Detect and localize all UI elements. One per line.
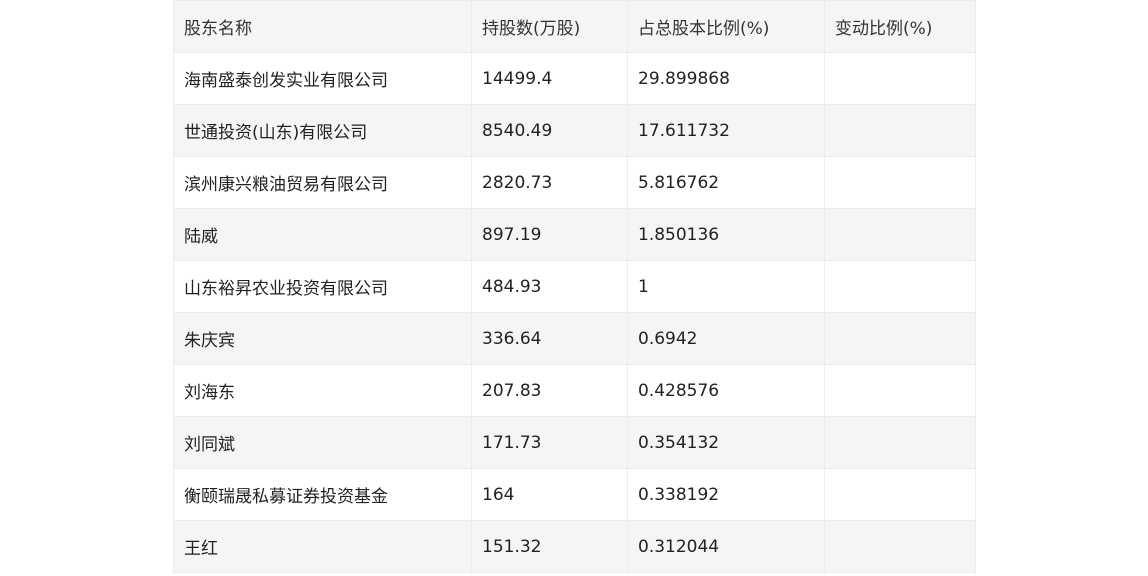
cell-change-ratio (824, 208, 976, 261)
table-row: 刘海东 207.83 0.428576 (173, 364, 976, 417)
cell-shares-held: 8540.49 (471, 104, 628, 157)
cell-shares-held: 207.83 (471, 364, 628, 417)
cell-shareholder-name: 陆威 (173, 208, 472, 261)
cell-shares-held: 14499.4 (471, 52, 628, 105)
header-change-ratio: 变动比例(%) (824, 0, 976, 53)
cell-shares-held: 164 (471, 468, 628, 521)
table-row: 朱庆宾 336.64 0.6942 (173, 312, 976, 365)
cell-change-ratio (824, 104, 976, 157)
table-row: 山东裕昇农业投资有限公司 484.93 1 (173, 260, 976, 313)
table-row: 王红 151.32 0.312044 (173, 520, 976, 573)
cell-shareholder-name: 海南盛泰创发实业有限公司 (173, 52, 472, 105)
cell-shares-held: 897.19 (471, 208, 628, 261)
table-row: 陆威 897.19 1.850136 (173, 208, 976, 261)
cell-shares-held: 171.73 (471, 416, 628, 469)
cell-change-ratio (824, 520, 976, 573)
header-shareholder-name: 股东名称 (173, 0, 472, 53)
cell-share-ratio: 29.899868 (627, 52, 825, 105)
cell-change-ratio (824, 364, 976, 417)
cell-change-ratio (824, 312, 976, 365)
shareholder-table-container: 股东名称 持股数(万股) 占总股本比例(%) 变动比例(%) 海南盛泰创发实业有… (173, 0, 976, 573)
cell-shareholder-name: 世通投资(山东)有限公司 (173, 104, 472, 157)
cell-share-ratio: 0.354132 (627, 416, 825, 469)
table-row: 衡颐瑞晟私募证券投资基金 164 0.338192 (173, 468, 976, 521)
table-row: 滨州康兴粮油贸易有限公司 2820.73 5.816762 (173, 156, 976, 209)
cell-shareholder-name: 王红 (173, 520, 472, 573)
cell-share-ratio: 0.428576 (627, 364, 825, 417)
cell-shareholder-name: 刘海东 (173, 364, 472, 417)
cell-shareholder-name: 山东裕昇农业投资有限公司 (173, 260, 472, 313)
cell-shares-held: 2820.73 (471, 156, 628, 209)
cell-shareholder-name: 刘同斌 (173, 416, 472, 469)
table-row: 刘同斌 171.73 0.354132 (173, 416, 976, 469)
cell-shares-held: 336.64 (471, 312, 628, 365)
header-share-ratio: 占总股本比例(%) (627, 0, 825, 53)
shareholder-table: 股东名称 持股数(万股) 占总股本比例(%) 变动比例(%) 海南盛泰创发实业有… (173, 0, 976, 573)
cell-shares-held: 484.93 (471, 260, 628, 313)
cell-share-ratio: 5.816762 (627, 156, 825, 209)
cell-share-ratio: 1 (627, 260, 825, 313)
cell-share-ratio: 1.850136 (627, 208, 825, 261)
cell-share-ratio: 17.611732 (627, 104, 825, 157)
header-shares-held: 持股数(万股) (471, 0, 628, 53)
table-row: 世通投资(山东)有限公司 8540.49 17.611732 (173, 104, 976, 157)
table-row: 海南盛泰创发实业有限公司 14499.4 29.899868 (173, 52, 976, 105)
cell-change-ratio (824, 156, 976, 209)
cell-shareholder-name: 滨州康兴粮油贸易有限公司 (173, 156, 472, 209)
cell-change-ratio (824, 260, 976, 313)
cell-share-ratio: 0.312044 (627, 520, 825, 573)
cell-shares-held: 151.32 (471, 520, 628, 573)
cell-change-ratio (824, 52, 976, 105)
table-header-row: 股东名称 持股数(万股) 占总股本比例(%) 变动比例(%) (173, 0, 976, 53)
cell-shareholder-name: 衡颐瑞晟私募证券投资基金 (173, 468, 472, 521)
cell-shareholder-name: 朱庆宾 (173, 312, 472, 365)
cell-change-ratio (824, 468, 976, 521)
cell-share-ratio: 0.6942 (627, 312, 825, 365)
cell-change-ratio (824, 416, 976, 469)
cell-share-ratio: 0.338192 (627, 468, 825, 521)
